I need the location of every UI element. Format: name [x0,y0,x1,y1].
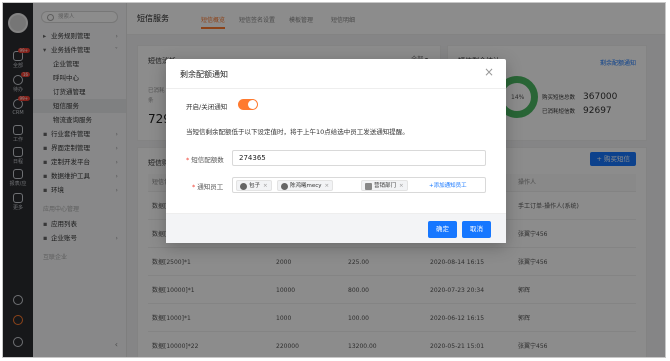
staff-tag[interactable]: 陈鸿曦mecy × [277,180,334,191]
add-staff-link[interactable]: +添加通知员工 [429,181,467,189]
staff-tag[interactable]: 包子 × [236,180,272,191]
quota-notify-dialog: 剩余配额通知 × 开启/关闭通知 当短信剩余配额低于以下设定值时，将于上午10点… [166,59,506,243]
close-icon[interactable]: × [484,65,494,79]
notify-toggle[interactable] [238,99,258,110]
app-window: 全部 99+ 待办 16 CRM 99+ 工作 日程 报表/应 更多 搜索人 ▸… [2,2,666,358]
remove-tag-icon[interactable]: × [325,183,330,189]
dialog-footer: 确定 取消 [166,213,506,243]
dialog-description: 当短信剩余配额低于以下设定值时，将于上午10点给选中员工发送通知提醒。 [186,128,409,136]
staff-tag[interactable]: 营销部门 × [361,180,408,191]
remove-tag-icon[interactable]: × [263,183,268,189]
staff-picker[interactable]: 包子 × 陈鸿曦mecy × 营销部门 × +添加通知员工 [232,177,486,193]
org-icon [365,183,372,190]
cancel-button[interactable]: 取消 [462,221,491,238]
person-icon [281,183,288,190]
person-icon [240,183,247,190]
remove-tag-icon[interactable]: × [399,183,404,189]
staff-label: * 通知员工 [192,183,224,191]
quota-label: * 短信配额数 [186,156,224,164]
quota-input[interactable]: 274365 [232,150,486,166]
confirm-button[interactable]: 确定 [428,221,457,238]
dialog-title: 剩余配额通知 [180,70,228,79]
toggle-label: 开启/关闭通知 [186,103,228,111]
